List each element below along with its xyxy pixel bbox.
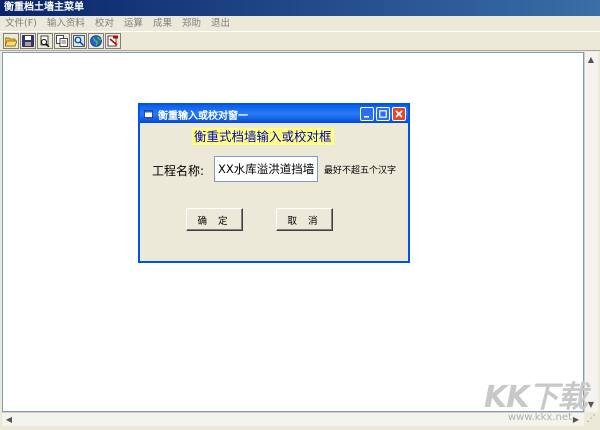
menu-bar: 文件(F) 输入资料 校对 运算 成果 郑助 退出 bbox=[0, 16, 600, 31]
menu-exit[interactable]: 退出 bbox=[206, 16, 235, 31]
toolbar bbox=[0, 31, 600, 51]
watermark-url: www.kkx.net bbox=[508, 412, 572, 423]
print-preview-icon[interactable] bbox=[37, 33, 53, 49]
close-icon[interactable] bbox=[392, 107, 406, 121]
window-icon bbox=[144, 109, 154, 119]
menu-input-data[interactable]: 输入资料 bbox=[42, 16, 90, 31]
menu-results[interactable]: 成果 bbox=[148, 16, 177, 31]
globe-icon[interactable] bbox=[88, 33, 104, 49]
open-icon[interactable] bbox=[3, 33, 19, 49]
scroll-left-icon[interactable]: ◀ bbox=[3, 413, 15, 425]
dialog-heading: 衡重式档墙输入或校对框 bbox=[192, 128, 334, 145]
project-name-hint: 最好不超五个汉字 bbox=[324, 166, 397, 176]
watermark: KK下载 www.kkx.net bbox=[480, 372, 596, 430]
edit-icon[interactable] bbox=[105, 33, 121, 49]
find-icon[interactable] bbox=[71, 33, 87, 49]
maximize-icon[interactable] bbox=[376, 107, 390, 121]
ok-button[interactable]: 确 定 bbox=[186, 208, 243, 231]
copy-icon[interactable] bbox=[54, 33, 70, 49]
dialog-title-bar[interactable]: 衡重输入或校对窗一 bbox=[140, 105, 408, 123]
project-name-label: 工程名称: bbox=[152, 164, 205, 178]
minimize-icon[interactable] bbox=[360, 107, 374, 121]
dialog-title: 衡重输入或校对窗一 bbox=[158, 110, 248, 122]
menu-help[interactable]: 郑助 bbox=[177, 16, 206, 31]
save-icon[interactable] bbox=[20, 33, 36, 49]
input-dialog: 衡重输入或校对窗一 衡重式档墙输入或校对框 工程名称: 最好不超五个汉字 确 定… bbox=[138, 103, 410, 263]
watermark-logo: KK下载 bbox=[484, 380, 587, 415]
vertical-scrollbar[interactable]: ▲ ▼ bbox=[584, 52, 598, 412]
menu-verify[interactable]: 校对 bbox=[90, 16, 119, 31]
menu-compute[interactable]: 运算 bbox=[119, 16, 148, 31]
cancel-button[interactable]: 取 消 bbox=[276, 208, 333, 231]
main-window-title: 衡重档土墙主菜单 bbox=[0, 0, 600, 16]
project-name-input[interactable] bbox=[214, 156, 318, 182]
scroll-up-icon[interactable]: ▲ bbox=[585, 53, 597, 65]
menu-file[interactable]: 文件(F) bbox=[0, 16, 42, 31]
